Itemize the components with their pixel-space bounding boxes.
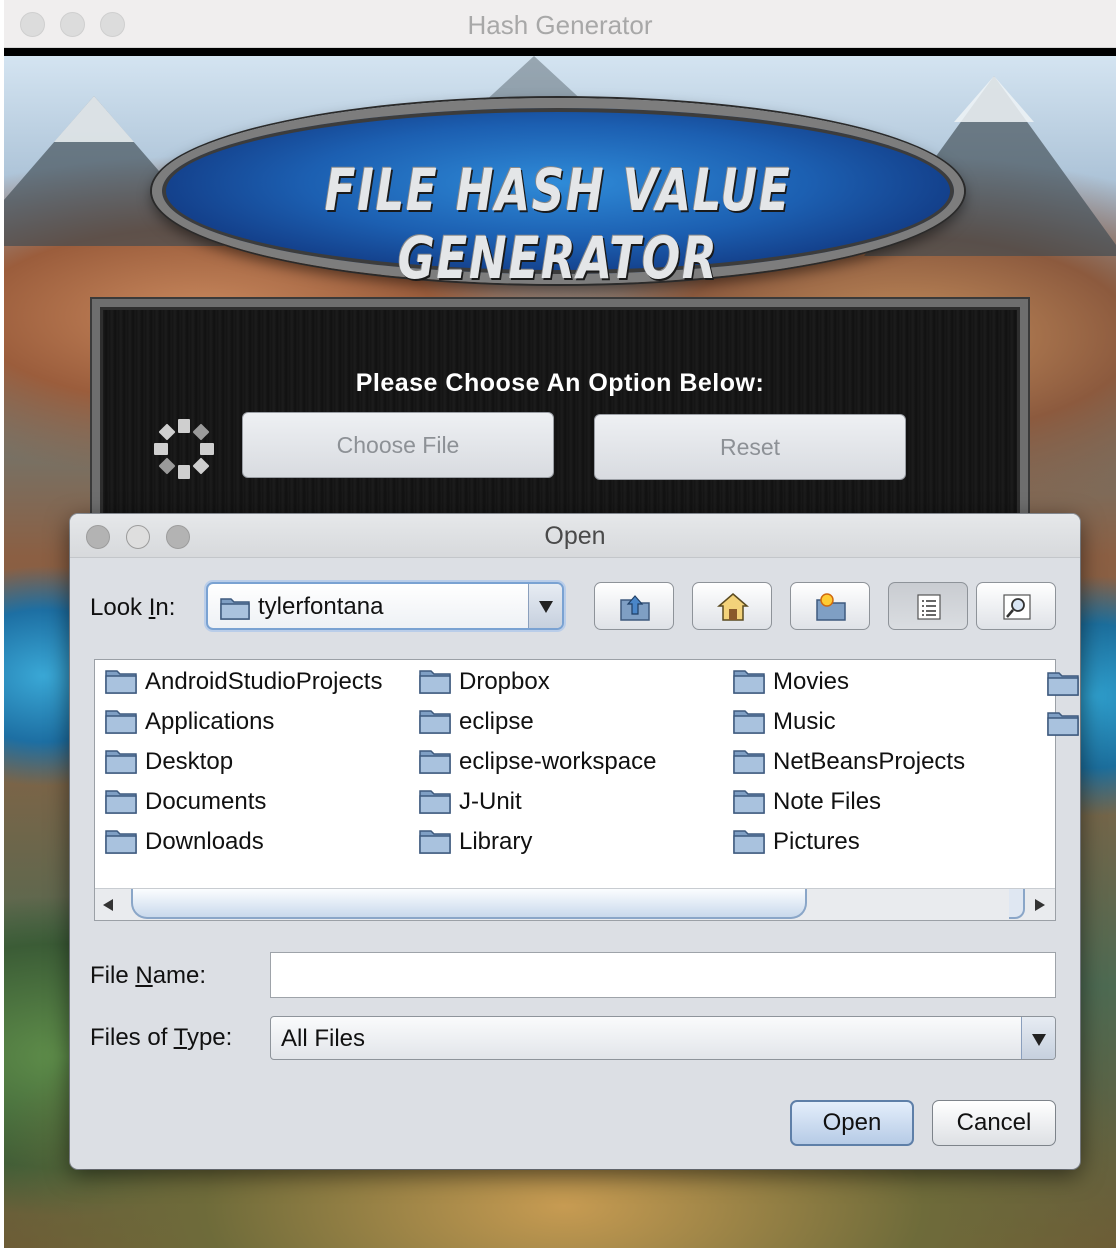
list-view-icon bbox=[917, 594, 941, 620]
file-name: Downloads bbox=[145, 828, 264, 855]
list-view-button[interactable] bbox=[888, 582, 968, 630]
menu-strip bbox=[4, 48, 1116, 56]
list-item[interactable]: eclipse-workspace bbox=[419, 744, 656, 780]
list-item[interactable]: Movies bbox=[733, 664, 849, 700]
list-item[interactable]: Dropbox bbox=[419, 664, 550, 700]
file-name: Music bbox=[773, 708, 836, 735]
folder-icon bbox=[419, 666, 451, 699]
folder-icon bbox=[419, 746, 451, 779]
look-in-label: Look In: bbox=[90, 594, 176, 621]
file-name: Movies bbox=[773, 668, 850, 695]
file-list-pane[interactable]: AndroidStudioProjects Applications Desktop… bbox=[94, 659, 1079, 921]
details-view-icon bbox=[1003, 594, 1031, 620]
file-name: NetBeansProjects bbox=[773, 748, 966, 775]
main-titlebar: Hash Generator bbox=[4, 0, 1116, 48]
file-name: Note Files bbox=[773, 788, 882, 815]
file-name-label: File Name: bbox=[90, 962, 207, 989]
folder-icon bbox=[419, 786, 451, 819]
options-panel: Please Choose An Option Below: Choose Fi… bbox=[92, 299, 1028, 539]
list-item[interactable]: Desktop bbox=[105, 744, 233, 780]
scrollbar-thumb[interactable] bbox=[131, 889, 807, 919]
folder-icon bbox=[105, 666, 137, 699]
banner-title: FILE HASH VALUE GENERATOR bbox=[324, 156, 792, 292]
details-view-button[interactable] bbox=[976, 582, 1056, 630]
file-name: Documents bbox=[145, 788, 267, 815]
look-in-value: tylerfontana bbox=[258, 593, 384, 620]
cancel-button[interactable]: Cancel bbox=[932, 1100, 1056, 1146]
list-item[interactable]: NetBeansProjects bbox=[733, 744, 965, 780]
list-item[interactable]: Note Files bbox=[733, 784, 881, 820]
look-in-dropdown-arrow[interactable] bbox=[528, 584, 562, 628]
banner-logo: FILE HASH VALUE GENERATOR bbox=[152, 98, 964, 292]
list-item[interactable]: eclipse bbox=[419, 704, 534, 740]
files-of-type-label: Files of Type: bbox=[90, 1024, 233, 1051]
new-folder-button[interactable] bbox=[790, 582, 870, 630]
folder-icon bbox=[733, 786, 765, 819]
home-button[interactable] bbox=[692, 582, 772, 630]
file-name: Library bbox=[459, 828, 533, 855]
file-name: AndroidStudioProjects bbox=[145, 668, 383, 695]
folder-icon bbox=[733, 746, 765, 779]
folder-icon bbox=[1047, 668, 1079, 701]
folder-icon bbox=[1047, 708, 1079, 741]
file-name: eclipse-workspace bbox=[459, 748, 657, 775]
list-item[interactable]: J-Unit bbox=[419, 784, 522, 820]
up-one-level-icon bbox=[620, 595, 650, 621]
look-in-combobox[interactable]: tylerfontana bbox=[206, 582, 564, 630]
reset-button[interactable]: Reset bbox=[594, 414, 906, 480]
panel-heading: Please Choose An Option Below: bbox=[355, 369, 765, 397]
folder-icon bbox=[105, 746, 137, 779]
file-name: J-Unit bbox=[459, 788, 522, 815]
list-item[interactable]: Documents bbox=[105, 784, 266, 820]
folder-icon bbox=[105, 826, 137, 859]
folder-icon bbox=[105, 706, 137, 739]
open-button[interactable]: Open bbox=[790, 1100, 914, 1146]
open-file-dialog: Open Look In: tylerfontana AndroidStudio… bbox=[70, 514, 1080, 1169]
files-of-type-value: All Files bbox=[281, 1025, 366, 1052]
file-name: eclipse bbox=[459, 708, 534, 735]
choose-file-button[interactable]: Choose File bbox=[242, 412, 554, 478]
file-name: Desktop bbox=[145, 748, 234, 775]
list-item[interactable]: AndroidStudioProjects bbox=[105, 664, 382, 700]
scroll-right-arrow-icon[interactable] bbox=[1035, 899, 1045, 911]
list-item[interactable]: Applications bbox=[105, 704, 274, 740]
window-title: Hash Generator bbox=[467, 10, 653, 40]
up-one-level-button[interactable] bbox=[594, 582, 674, 630]
list-item[interactable]: Library bbox=[419, 824, 532, 860]
folder-icon bbox=[419, 706, 451, 739]
file-name-input[interactable] bbox=[270, 952, 1056, 998]
list-item[interactable]: Pictures bbox=[733, 824, 860, 860]
scroll-left-arrow-icon[interactable] bbox=[103, 899, 113, 911]
file-name: Dropbox bbox=[459, 668, 550, 695]
folder-icon bbox=[733, 706, 765, 739]
dialog-titlebar: Open bbox=[70, 514, 1080, 558]
files-of-type-dropdown-arrow[interactable] bbox=[1021, 1017, 1055, 1059]
folder-icon bbox=[220, 598, 250, 620]
horizontal-scrollbar[interactable] bbox=[95, 888, 1055, 920]
folder-icon bbox=[105, 786, 137, 819]
folder-icon bbox=[419, 826, 451, 859]
dialog-title: Open bbox=[544, 522, 606, 550]
scrollbar-track-end bbox=[1009, 889, 1025, 919]
file-name: Applications bbox=[145, 708, 275, 735]
list-item[interactable]: Downloads bbox=[105, 824, 264, 860]
new-folder-icon bbox=[816, 593, 846, 621]
folder-icon bbox=[733, 666, 765, 699]
folder-icon bbox=[733, 826, 765, 859]
loading-spinner-icon bbox=[154, 419, 214, 479]
files-of-type-combobox[interactable]: All Files bbox=[270, 1016, 1056, 1060]
list-item[interactable]: Music bbox=[733, 704, 836, 740]
file-name: Pictures bbox=[773, 828, 860, 855]
home-icon bbox=[717, 593, 749, 621]
